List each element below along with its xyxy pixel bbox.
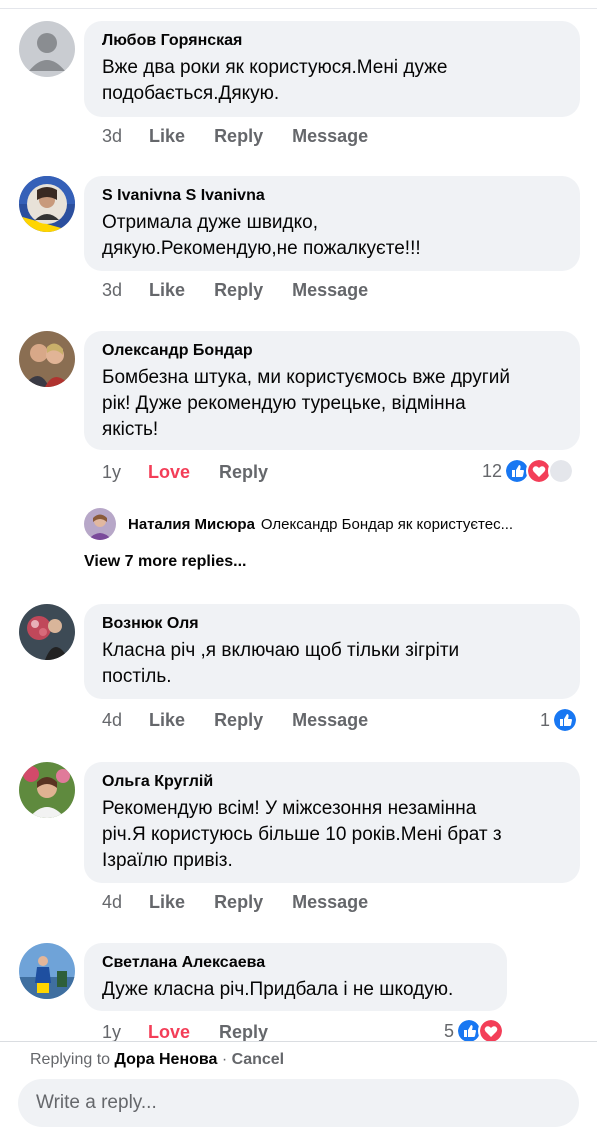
like-button[interactable]: Like [149, 278, 185, 302]
comment-author[interactable]: Ольга Круглій [102, 772, 562, 792]
comment-text: Дуже класна річ.Придбала і не шкодую. [102, 979, 454, 1000]
reaction-summary[interactable]: 1 [540, 707, 579, 733]
like-button[interactable]: Like [149, 124, 185, 148]
message-button[interactable]: Message [292, 708, 368, 732]
comment-actions: 1y Love Reply [102, 460, 297, 484]
comment-bubble: Олександр Бондар Бомбезна штука, ми кори… [84, 331, 580, 450]
reply-button[interactable]: Reply [214, 278, 263, 302]
comment-actions: 4d Like Reply Message [102, 890, 397, 914]
comment-author[interactable]: Светлана Алексаева [102, 953, 489, 973]
comment-author[interactable]: Вознюк Оля [102, 614, 562, 634]
comment-actions: 3d Like Reply Message [102, 124, 397, 148]
top-divider [0, 8, 597, 9]
reaction-count: 5 [444, 1020, 455, 1041]
comment-bubble: Вознюк Оля Класна річ ,я включаю щоб тіл… [84, 604, 580, 699]
comment-text: Отримала дуже швидко, дякую.Рекомендую,н… [102, 212, 421, 259]
comment-author[interactable]: S Ivanivna S Ivanivna [102, 186, 562, 206]
reply-text: Олександр Бондар як користуєтес... [260, 515, 514, 533]
comment-author[interactable]: Любов Горянская [102, 31, 562, 51]
comment-actions: 3d Like Reply Message [102, 278, 397, 302]
reaction-count: 1 [540, 709, 551, 730]
composer-divider [0, 1041, 597, 1042]
cancel-reply-button[interactable]: Cancel [232, 1051, 284, 1068]
avatar[interactable] [19, 943, 75, 999]
comment-time[interactable]: 1y [102, 460, 121, 484]
comment-actions: 4d Like Reply Message [102, 708, 397, 732]
message-button[interactable]: Message [292, 278, 368, 302]
comment-author[interactable]: Олександр Бондар [102, 341, 562, 361]
reply-input-container [18, 1079, 579, 1127]
avatar[interactable] [19, 762, 75, 818]
comment-time[interactable]: 3d [102, 278, 122, 302]
replying-to-bar: Replying to Дора Ненова · Cancel [30, 1051, 284, 1069]
reaction-summary[interactable]: 12 [482, 458, 575, 484]
comment-bubble: Светлана Алексаева Дуже класна річ.Придб… [84, 943, 507, 1011]
comment-time[interactable]: 4d [102, 708, 122, 732]
separator: · [221, 1051, 228, 1068]
reply-button[interactable]: Reply [214, 124, 263, 148]
view-more-replies-link[interactable]: View 7 more replies... [84, 553, 246, 571]
reply-button[interactable]: Reply [219, 460, 268, 484]
reply-avatar[interactable] [84, 508, 116, 540]
comment-text: Рекомендую всім! У міжсезоння незамінна … [102, 798, 502, 871]
love-button[interactable]: Love [148, 460, 190, 484]
reaction-summary[interactable]: 5 [444, 1018, 505, 1044]
comment-text: Вже два роки як користуюся.Мені дуже под… [102, 57, 448, 104]
comment-bubble: S Ivanivna S Ivanivna Отримала дуже швид… [84, 176, 580, 271]
avatar[interactable] [19, 176, 75, 232]
reply-preview[interactable]: Наталия Мисюра Олександр Бондар як корис… [84, 508, 513, 540]
message-button[interactable]: Message [292, 890, 368, 914]
comment-time[interactable]: 3d [102, 124, 122, 148]
reply-input[interactable] [18, 1079, 574, 1127]
comment-bubble: Ольга Круглій Рекомендую всім! У міжсезо… [84, 762, 580, 883]
like-reaction-icon [552, 707, 579, 733]
comment-text: Класна річ ,я включаю щоб тільки зігріти… [102, 640, 460, 687]
like-button[interactable]: Like [149, 890, 185, 914]
replying-name[interactable]: Дора Ненова [115, 1051, 218, 1068]
reply-author[interactable]: Наталия Мисюра [128, 516, 255, 533]
reply-button[interactable]: Reply [214, 890, 263, 914]
message-button[interactable]: Message [292, 124, 368, 148]
avatar[interactable] [19, 604, 75, 660]
comment-time[interactable]: 4d [102, 890, 122, 914]
like-button[interactable]: Like [149, 708, 185, 732]
reply-button[interactable]: Reply [214, 708, 263, 732]
comment-text: Бомбезна штука, ми користуємось вже друг… [102, 367, 510, 440]
reaction-icon [548, 458, 575, 484]
avatar[interactable] [19, 331, 75, 387]
avatar[interactable] [19, 21, 75, 77]
replying-prefix: Replying to [30, 1051, 111, 1068]
reaction-count: 12 [482, 460, 503, 481]
comment-bubble: Любов Горянская Вже два роки як користую… [84, 21, 580, 117]
